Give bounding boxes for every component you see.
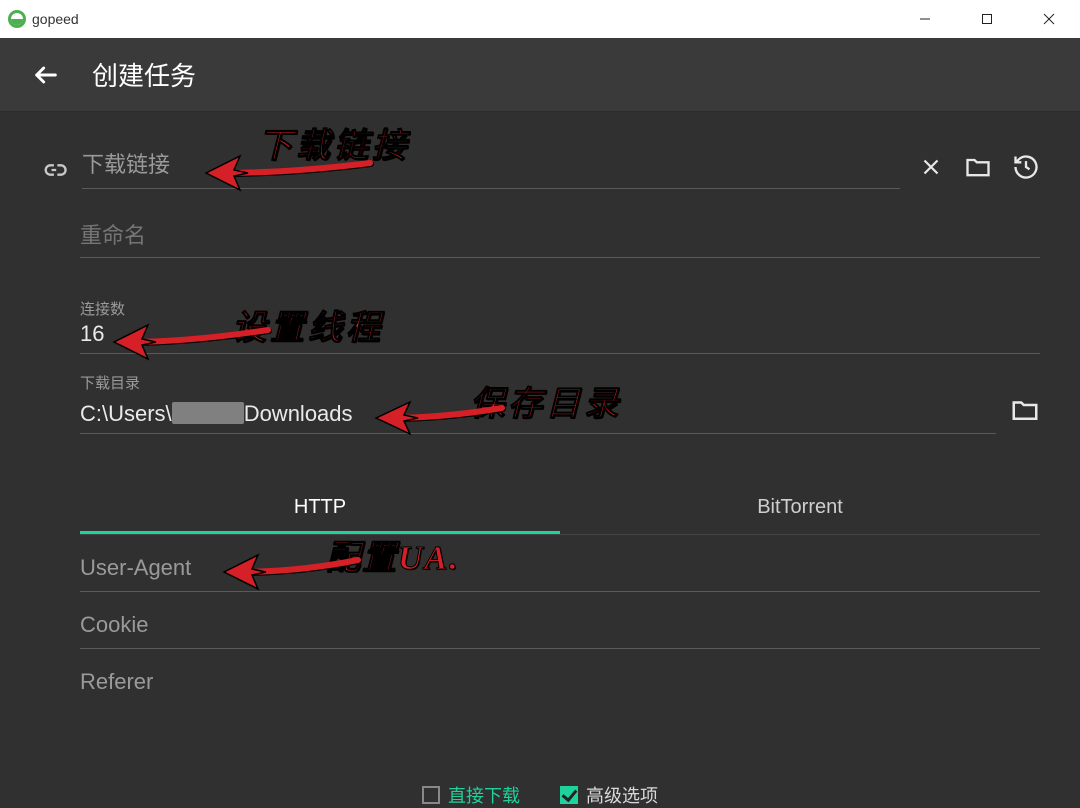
advanced-options-label: 高级选项 [586,782,658,808]
user-agent-input[interactable]: User-Agent [80,535,1040,592]
download-dir-field: 下载目录 C:\Users\ Downloads [40,372,1040,434]
download-url-row [40,142,1040,189]
window-title: gopeed [32,11,79,27]
back-button[interactable] [30,59,62,91]
browse-folder-icon[interactable] [1010,395,1040,430]
checkbox-checked-icon [560,786,578,804]
download-url-input[interactable] [82,142,900,189]
protocol-tabs: HTTP BitTorrent [80,482,1040,535]
page-title: 创建任务 [92,56,196,93]
app-header: 创建任务 [0,38,1080,112]
bottom-options: 直接下载 高级选项 [0,782,1080,808]
dir-prefix: C:\Users\ [80,401,172,426]
tab-bittorrent[interactable]: BitTorrent [560,482,1040,534]
redacted-username [172,402,244,424]
rename-field [40,213,1040,258]
advanced-options-option[interactable]: 高级选项 [560,782,658,808]
cookie-input[interactable]: Cookie [80,592,1040,649]
folder-icon[interactable] [964,153,992,186]
direct-download-option[interactable]: 直接下载 [422,782,520,808]
window-minimize-button[interactable] [894,0,956,38]
dir-suffix: Downloads [244,401,353,426]
direct-download-label: 直接下载 [448,782,520,808]
window-controls [894,0,1080,38]
window-close-button[interactable] [1018,0,1080,38]
window-maximize-button[interactable] [956,0,1018,38]
history-icon[interactable] [1012,153,1040,186]
clear-icon[interactable] [918,154,944,185]
download-dir-value[interactable]: C:\Users\ Downloads [80,401,996,434]
checkbox-unchecked-icon [422,786,440,804]
tab-http[interactable]: HTTP [80,482,560,534]
link-icon [40,156,68,189]
window-titlebar: gopeed [0,0,1080,38]
app-icon [8,10,26,28]
rename-input[interactable] [80,213,1040,258]
connections-value[interactable]: 16 [80,321,1040,354]
connections-label: 连接数 [80,298,1040,319]
titlebar-left: gopeed [8,10,79,28]
connections-field: 连接数 16 [40,298,1040,354]
download-dir-label: 下载目录 [80,372,1040,393]
referer-input[interactable]: Referer [80,649,1040,705]
